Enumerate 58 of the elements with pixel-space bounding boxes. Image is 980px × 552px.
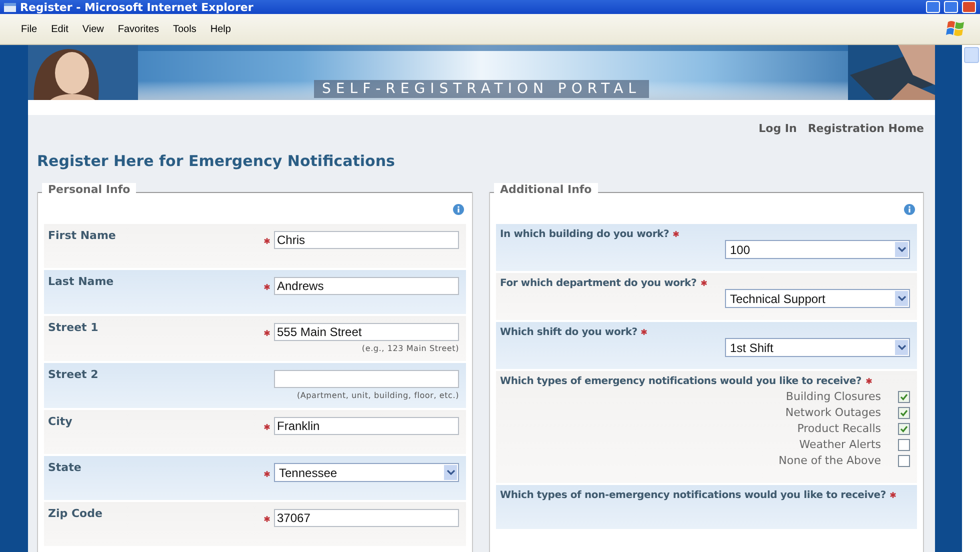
text-field[interactable]: Andrews <box>274 277 459 295</box>
field-label: Last Name <box>48 275 115 290</box>
field-label: State <box>48 461 82 476</box>
menu-item[interactable]: Edit <box>44 22 76 36</box>
caret-icon <box>446 470 454 475</box>
field-label: Zip Code <box>48 507 104 522</box>
field-label: First Name <box>48 229 117 244</box>
checkbox[interactable] <box>898 422 910 434</box>
nav-link[interactable]: Registration Home <box>808 122 924 135</box>
field-label: Street 1 <box>48 321 100 336</box>
text-field[interactable]: 37067 <box>274 509 459 527</box>
menu-item[interactable]: File <box>14 22 44 36</box>
browser-icon <box>4 2 16 12</box>
checkbox[interactable] <box>898 438 910 450</box>
field-hint: (Apartment, unit, building, floor, etc.) <box>296 391 459 400</box>
caret-icon <box>898 247 906 252</box>
dropdown[interactable]: Technical Support <box>725 289 910 308</box>
menu-item[interactable]: Tools <box>166 22 204 36</box>
dropdown[interactable]: 1st Shift <box>725 338 910 357</box>
text-field[interactable]: Chris <box>274 231 459 249</box>
info-icon[interactable] <box>453 204 464 215</box>
option-label: Product Recalls <box>797 422 881 435</box>
option-label: Network Outages <box>785 406 881 419</box>
page-heading: Register Here for Emergency Notifications <box>37 152 396 170</box>
field-label: Street 2 <box>48 368 100 383</box>
menu-item[interactable]: Favorites <box>110 22 166 36</box>
minimize-button[interactable] <box>926 1 940 13</box>
dropdown[interactable]: Tennessee <box>274 463 459 482</box>
text-field[interactable]: 555 Main Street <box>274 323 459 341</box>
checkbox[interactable] <box>898 406 910 418</box>
nav-link[interactable]: Log In <box>758 122 797 135</box>
option-label: Weather Alerts <box>799 438 881 451</box>
text-field[interactable]: Franklin <box>274 417 459 435</box>
field-hint: (e.g., 123 Main Street) <box>362 344 459 353</box>
question-label: Which types of emergency notifications would you like to receive? <box>500 376 862 387</box>
maximize-button[interactable] <box>944 1 958 13</box>
question-label: For which department do you work? <box>500 278 697 289</box>
text-field[interactable] <box>274 370 459 388</box>
question-label: Which types of non-emergency notifications would you like to receive? <box>500 490 886 501</box>
window-title: Register - Microsoft Internet Explorer <box>20 0 254 14</box>
info-icon[interactable] <box>904 204 915 215</box>
close-button[interactable] <box>962 1 976 13</box>
caret-icon <box>898 345 906 350</box>
field-label: City <box>48 415 74 430</box>
checkbox[interactable] <box>898 390 910 402</box>
dropdown[interactable]: 100 <box>725 240 910 259</box>
section-legend: Additional Info <box>494 183 598 196</box>
section-legend: Personal Info <box>42 183 136 196</box>
checkbox[interactable] <box>898 454 910 466</box>
menu-item[interactable]: View <box>75 22 111 36</box>
flag-logo-icon <box>946 19 966 39</box>
banner-title: SELF-REGISTRATION PORTAL <box>314 80 649 98</box>
caret-icon <box>898 296 906 301</box>
menu-item[interactable]: Help <box>203 22 238 36</box>
option-label: None of the Above <box>778 454 881 467</box>
option-label: Building Closures <box>786 390 881 403</box>
question-label: In which building do you work? <box>500 229 670 240</box>
question-label: Which shift do you work? <box>500 327 638 338</box>
